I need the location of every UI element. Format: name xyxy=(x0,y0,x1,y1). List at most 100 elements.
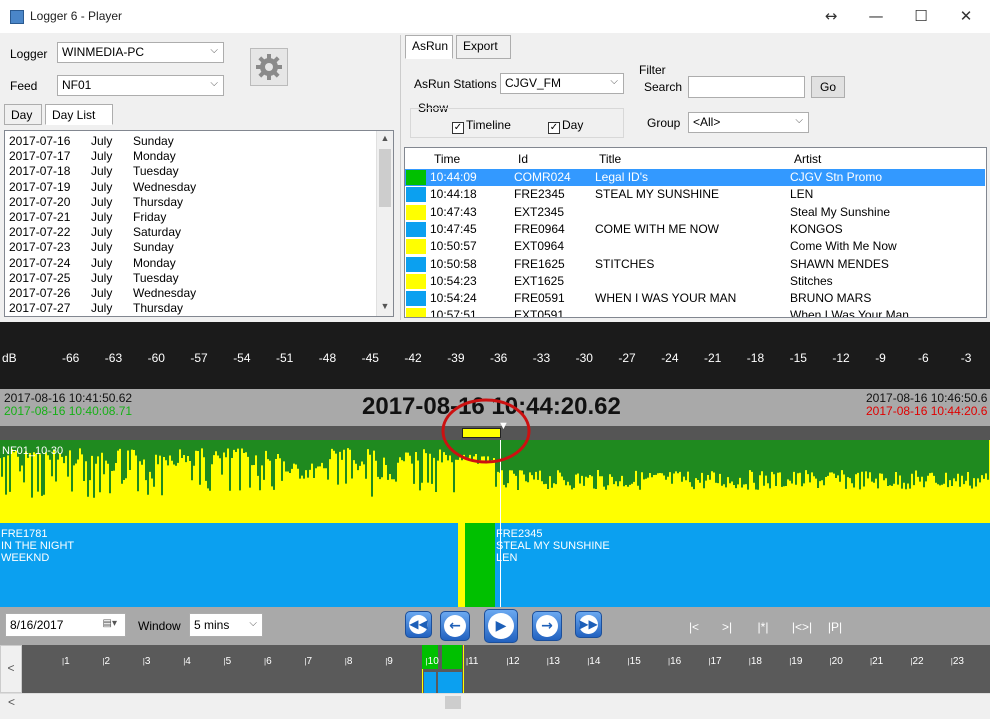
table-row[interactable]: 10:54:24 FRE0591 WHEN I WAS YOUR MAN BRUNO … xyxy=(405,290,985,307)
scroll-thumb[interactable] xyxy=(445,696,461,709)
asrun-stations-select[interactable]: CJGV_FM ⌵ xyxy=(500,73,624,94)
forward-fast-button[interactable]: ▶▶ xyxy=(575,611,602,638)
hour-tick-label[interactable]: |6 xyxy=(264,656,272,667)
hour-tick-label[interactable]: |4 xyxy=(183,656,191,667)
hour-tick-label[interactable]: |19 xyxy=(789,656,802,667)
day-list-scrollbar[interactable]: ▲ ▼ xyxy=(376,131,393,316)
hour-tick-label[interactable]: |14 xyxy=(587,656,600,667)
jump-start-button[interactable]: |< xyxy=(683,616,705,638)
hour-tick-label[interactable]: |7 xyxy=(304,656,312,667)
scroll-up-icon[interactable]: ▲ xyxy=(379,133,391,143)
hour-tick-label[interactable]: |21 xyxy=(870,656,883,667)
tab-day-list[interactable]: Day List xyxy=(45,104,113,125)
hour-tick-label[interactable]: |10 xyxy=(426,656,439,667)
scroll-left-icon[interactable]: < xyxy=(8,695,15,709)
maximize-button[interactable]: ☐ xyxy=(905,4,937,28)
date-picker[interactable]: 8/16/2017 ▤▾ xyxy=(5,613,126,637)
timeline-checkbox[interactable]: ✓ Timeline xyxy=(452,118,511,134)
table-row[interactable]: 10:47:43 EXT2345 Steal My Sunshine xyxy=(405,204,985,221)
hour-timeline[interactable]: < |1 |2 |3 |4 |5 |6 |7 |8 |9 |10 |11 |12 |13 |14 |15 |1… xyxy=(0,645,990,693)
arrow-left-icon: ← xyxy=(449,618,461,634)
hour-tick-label[interactable]: |22 xyxy=(910,656,923,667)
hour-tick-label[interactable]: |9 xyxy=(385,656,393,667)
jump-marker-button[interactable]: |*| xyxy=(750,616,776,638)
go-button[interactable]: Go xyxy=(811,76,845,98)
clip-legal-id[interactable] xyxy=(465,523,495,607)
restore-icon[interactable]: ↔ xyxy=(815,4,847,28)
table-row[interactable]: 10:44:18 FRE2345 STEAL MY SUNSHINE LEN xyxy=(405,186,985,203)
column-header-time[interactable]: Time xyxy=(434,152,460,166)
table-row[interactable]: 10:50:57 EXT0964 Come With Me Now xyxy=(405,238,985,255)
hour-tick-label[interactable]: |17 xyxy=(708,656,721,667)
cell-artist: Come With Me Now xyxy=(790,239,897,254)
chevron-down-icon: ⌵ xyxy=(795,115,803,126)
jump-range-button[interactable]: |<>| xyxy=(785,616,819,638)
hour-tick-label[interactable]: |12 xyxy=(506,656,519,667)
hour-tick-label[interactable]: |15 xyxy=(628,656,641,667)
logger-select[interactable]: WINMEDIA-PC ⌵ xyxy=(57,42,224,63)
back-button[interactable]: ← xyxy=(440,611,470,641)
scroll-down-icon[interactable]: ▼ xyxy=(379,301,391,311)
clip-ext[interactable] xyxy=(458,523,465,607)
group-select[interactable]: <All> ⌵ xyxy=(688,112,809,133)
day-cell: 2017-07-26 xyxy=(9,286,71,300)
clip-track[interactable]: FRE1781 IN THE NIGHT WEEKND FRE2345 STEA… xyxy=(0,523,990,607)
hour-tick-label[interactable]: |2 xyxy=(102,656,110,667)
day-cell: Tuesday xyxy=(133,164,179,179)
logger-value: WINMEDIA-PC xyxy=(62,45,144,59)
column-header-artist[interactable]: Artist xyxy=(794,152,821,166)
hour-tick-label[interactable]: |23 xyxy=(951,656,964,667)
play-button[interactable]: ▶ xyxy=(484,609,518,643)
jump-end-button[interactable]: >| xyxy=(716,616,738,638)
meter-tick-label: -57 xyxy=(190,351,208,365)
day-list[interactable]: 2017-07-16 July Sunday 2017-07-17 July Monday… xyxy=(4,130,394,317)
hour-tick-label[interactable]: |5 xyxy=(224,656,232,667)
table-row[interactable]: 10:47:45 FRE0964 COME WITH ME NOW KONGOS xyxy=(405,221,985,238)
hour-scroll-left[interactable]: < xyxy=(0,645,22,693)
table-row[interactable]: 10:44:09 COMR024 Legal ID's CJGV Stn Promo xyxy=(405,169,985,186)
search-input[interactable] xyxy=(688,76,805,98)
cell-time: 10:54:24 xyxy=(430,291,477,306)
table-row[interactable]: 10:54:23 EXT1625 Stitches xyxy=(405,273,985,290)
hour-tick-label[interactable]: |8 xyxy=(345,656,353,667)
close-button[interactable]: ✕ xyxy=(950,4,982,28)
day-cell: July xyxy=(91,134,113,148)
cell-time: 10:44:18 xyxy=(430,187,477,202)
hour-tick-label[interactable]: |16 xyxy=(668,656,681,667)
hour-value: 12 xyxy=(508,656,520,667)
column-header-title[interactable]: Title xyxy=(599,152,621,166)
hour-tick-label[interactable]: |18 xyxy=(749,656,762,667)
hour-value: 16 xyxy=(670,656,682,667)
fast-forward-icon: ▶▶ xyxy=(579,617,598,631)
hour-tick-label[interactable]: |3 xyxy=(143,656,151,667)
settings-button[interactable] xyxy=(250,48,288,86)
day-cell: 2017-07-16 xyxy=(9,134,71,148)
tab-export[interactable]: Export xyxy=(456,35,511,59)
tab-day[interactable]: Day xyxy=(4,104,42,125)
feed-label: Feed xyxy=(10,79,38,93)
hour-tick-label[interactable]: |1 xyxy=(62,656,70,667)
hour-value: 14 xyxy=(589,656,601,667)
hour-block-blue xyxy=(438,672,462,693)
column-header-id[interactable]: Id xyxy=(518,152,528,166)
feed-select[interactable]: NF01 ⌵ xyxy=(57,75,224,96)
hour-tick-label[interactable]: |11 xyxy=(466,656,478,667)
scroll-thumb[interactable] xyxy=(379,149,391,207)
horizontal-scrollbar[interactable]: < xyxy=(0,693,990,711)
window-select[interactable]: 5 mins ⌵ xyxy=(189,613,263,637)
hour-tick-label[interactable]: |13 xyxy=(547,656,560,667)
table-row[interactable]: 10:50:58 FRE1625 STITCHES SHAWN MENDES xyxy=(405,256,985,273)
day-checkbox[interactable]: ✓ Day xyxy=(548,118,583,134)
rewind-fast-button[interactable]: ◀◀ xyxy=(405,611,432,638)
cell-title: COME WITH ME NOW xyxy=(595,221,719,236)
forward-button[interactable]: → xyxy=(532,611,562,641)
jump-play-button[interactable]: |P| xyxy=(823,616,847,638)
minimize-button[interactable]: — xyxy=(860,4,892,28)
asrun-grid[interactable]: Time Id Title Artist 10:44:09 COMR024 Lega… xyxy=(404,147,987,318)
tab-asrun[interactable]: AsRun xyxy=(405,35,453,59)
table-row[interactable]: 10:57:51 EXT0591 When I Was Your Man xyxy=(405,307,985,318)
calendar-icon[interactable]: ▤▾ xyxy=(103,618,117,629)
hour-tick-label[interactable]: |20 xyxy=(830,656,843,667)
cell-artist: When I Was Your Man xyxy=(790,308,909,318)
cell-title: Legal ID's xyxy=(595,170,648,184)
